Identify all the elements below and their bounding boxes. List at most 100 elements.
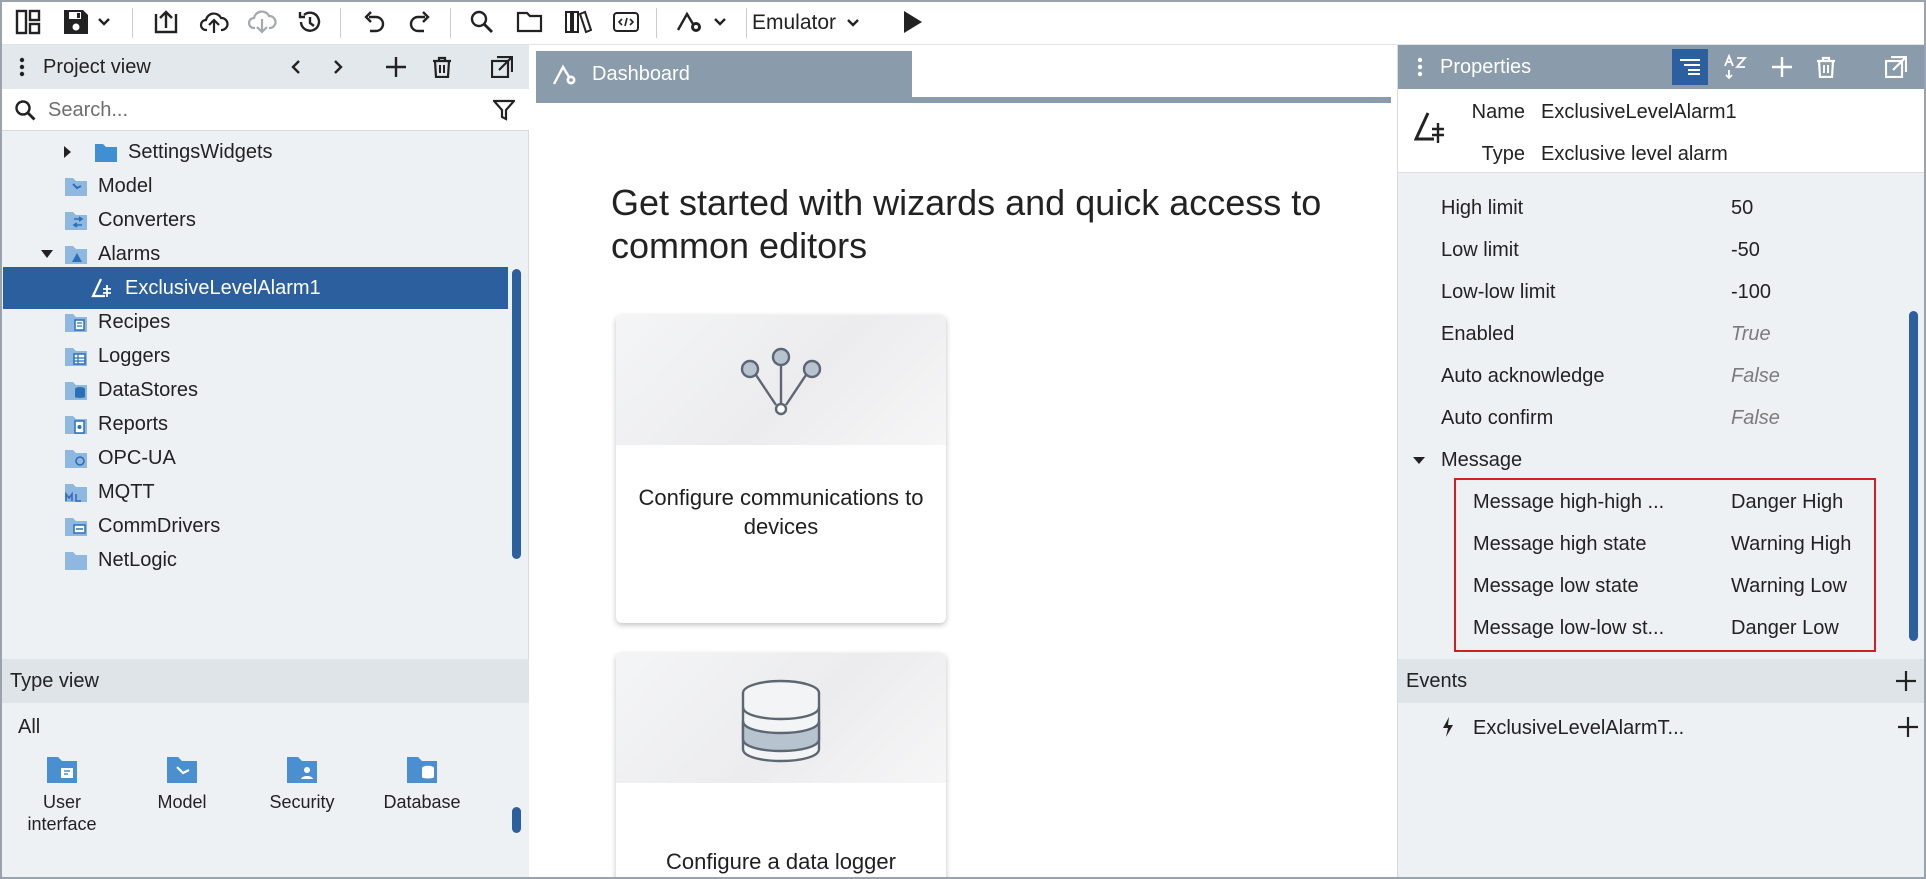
open-folder-icon[interactable] [512, 6, 548, 38]
property-row-low-limit[interactable]: Low limit -50 [1398, 229, 1908, 271]
type-tile-user-interface[interactable]: User interface [12, 753, 112, 835]
project-view-title: Project view [43, 56, 151, 78]
property-group-message[interactable]: Message [1398, 439, 1908, 481]
folder-icon [95, 144, 117, 162]
project-tree: SettingsWidgets Model Converters Alarms … [0, 131, 529, 703]
type-tile-label: Database [383, 792, 461, 812]
property-row-low-low-limit[interactable]: Low-low limit -100 [1398, 271, 1908, 313]
project-tree-scrollbar[interactable] [512, 269, 521, 559]
project-search-input[interactable] [48, 96, 478, 124]
run-icon[interactable] [894, 6, 930, 38]
tree-item-label: Recipes [98, 310, 171, 333]
project-search-row [0, 89, 529, 131]
tree-item-label: Reports [98, 412, 169, 435]
chevron-down-icon [847, 19, 859, 27]
nav-back-chevron-left-icon[interactable] [282, 53, 310, 81]
property-row-auto-confirm[interactable]: Auto confirm False [1398, 397, 1908, 439]
property-value[interactable]: 50 [1731, 197, 1753, 220]
database-folder-icon [407, 757, 437, 783]
type-filter-label[interactable]: All [18, 716, 40, 739]
name-value[interactable]: ExclusiveLevelAlarm1 [1541, 101, 1737, 124]
highlight-annotation-box [1454, 478, 1876, 652]
properties-header: Properties [1398, 45, 1926, 89]
tree-item-label: DataStores [98, 378, 199, 401]
save-icon[interactable] [58, 6, 94, 38]
left-panel: Project view SettingsWidgets [0, 45, 529, 879]
model-folder-icon [65, 178, 87, 196]
lightning-event-icon [1443, 717, 1453, 737]
add-plus-icon[interactable] [1766, 51, 1798, 83]
tab-dashboard[interactable]: Dashboard [536, 51, 912, 97]
add-event-plus-icon[interactable] [1894, 669, 1918, 693]
type-view-scrollbar[interactable] [512, 807, 521, 833]
emulator-select[interactable]: Emulator [752, 8, 860, 38]
properties-panel: Properties Name ExclusiveLevelAlarm1 Typ… [1397, 45, 1926, 879]
search-icon[interactable] [464, 6, 500, 38]
card-configure-data-logger[interactable]: Configure a data logger [616, 653, 946, 879]
type-tile-model[interactable]: Model [132, 753, 232, 813]
property-row-auto-acknowledge[interactable]: Auto acknowledge False [1398, 355, 1908, 397]
property-value[interactable]: -50 [1731, 239, 1760, 262]
tree-item-label: MQTT [98, 480, 155, 503]
property-label: High limit [1441, 197, 1524, 219]
expand-caret-right-icon[interactable] [62, 145, 72, 159]
popout-icon[interactable] [1880, 51, 1912, 83]
type-view-area: All User interface Model Security Databa… [0, 703, 529, 879]
type-tile-label: Model [157, 792, 207, 812]
popout-icon[interactable] [488, 53, 516, 81]
type-tile-security[interactable]: Security [252, 753, 352, 813]
type-tile-database[interactable]: Database [372, 753, 472, 813]
delete-trash-icon[interactable] [428, 53, 456, 81]
card-configure-communications[interactable]: Configure communications to devices [616, 315, 946, 623]
property-value[interactable]: False [1731, 407, 1780, 430]
deploy-settings-icon[interactable] [672, 6, 708, 38]
cloud-download-icon [244, 6, 280, 38]
code-icon[interactable] [608, 6, 644, 38]
properties-title: Properties [1440, 56, 1532, 78]
import-upload-icon[interactable] [148, 6, 184, 38]
categorized-view-icon[interactable] [1672, 49, 1708, 85]
tree-item-label: Alarms [98, 242, 161, 265]
layout-icon[interactable] [10, 6, 46, 38]
history-icon[interactable] [292, 6, 328, 38]
mqtt-folder-icon [65, 484, 87, 502]
property-value[interactable]: False [1731, 365, 1780, 388]
event-item[interactable]: ExclusiveLevelAlarmT... [1398, 709, 1926, 747]
add-handler-plus-icon[interactable] [1896, 715, 1920, 739]
property-row-high-limit[interactable]: High limit 50 [1398, 187, 1908, 229]
delete-trash-icon[interactable] [1810, 51, 1842, 83]
undo-icon[interactable] [356, 6, 392, 38]
property-value[interactable]: -100 [1731, 281, 1771, 304]
deploy-chevron-down-icon[interactable] [706, 6, 734, 38]
redo-icon[interactable] [402, 6, 438, 38]
library-icon[interactable] [560, 6, 596, 38]
type-view-header: Type view [0, 659, 529, 703]
save-options-chevron-down-icon[interactable] [92, 6, 116, 38]
property-label: Low-low limit [1441, 281, 1556, 303]
event-item-label: ExclusiveLevelAlarmT... [1473, 717, 1685, 739]
tree-item-label: Model [98, 174, 153, 197]
recipes-folder-icon [65, 314, 87, 332]
sort-alphabetical-icon[interactable] [1720, 51, 1752, 83]
opc-ua-folder-icon [65, 450, 87, 468]
tree-item-netlogic[interactable]: NetLogic [0, 539, 508, 581]
netlogic-folder-icon [65, 552, 87, 570]
add-plus-icon[interactable] [382, 53, 410, 81]
property-label: Auto confirm [1441, 407, 1554, 429]
type-label: Type [1481, 143, 1525, 165]
panel-menu-kebab-icon[interactable] [1408, 55, 1432, 79]
properties-scrollbar[interactable] [1909, 311, 1918, 641]
cloud-upload-icon[interactable] [196, 6, 232, 38]
converters-folder-icon [65, 212, 87, 230]
collapse-caret-down-icon[interactable] [40, 249, 54, 259]
tree-item-label: NetLogic [98, 548, 177, 571]
commdrivers-folder-icon [65, 518, 87, 536]
nav-forward-chevron-right-icon[interactable] [324, 53, 352, 81]
level-alarm-icon [91, 278, 111, 298]
filter-icon[interactable] [492, 98, 516, 122]
collapse-caret-down-icon[interactable] [1412, 456, 1426, 465]
name-label: Name [1471, 101, 1525, 123]
property-row-enabled[interactable]: Enabled True [1398, 313, 1908, 355]
panel-menu-kebab-icon[interactable] [10, 55, 34, 79]
property-value[interactable]: True [1731, 323, 1771, 346]
